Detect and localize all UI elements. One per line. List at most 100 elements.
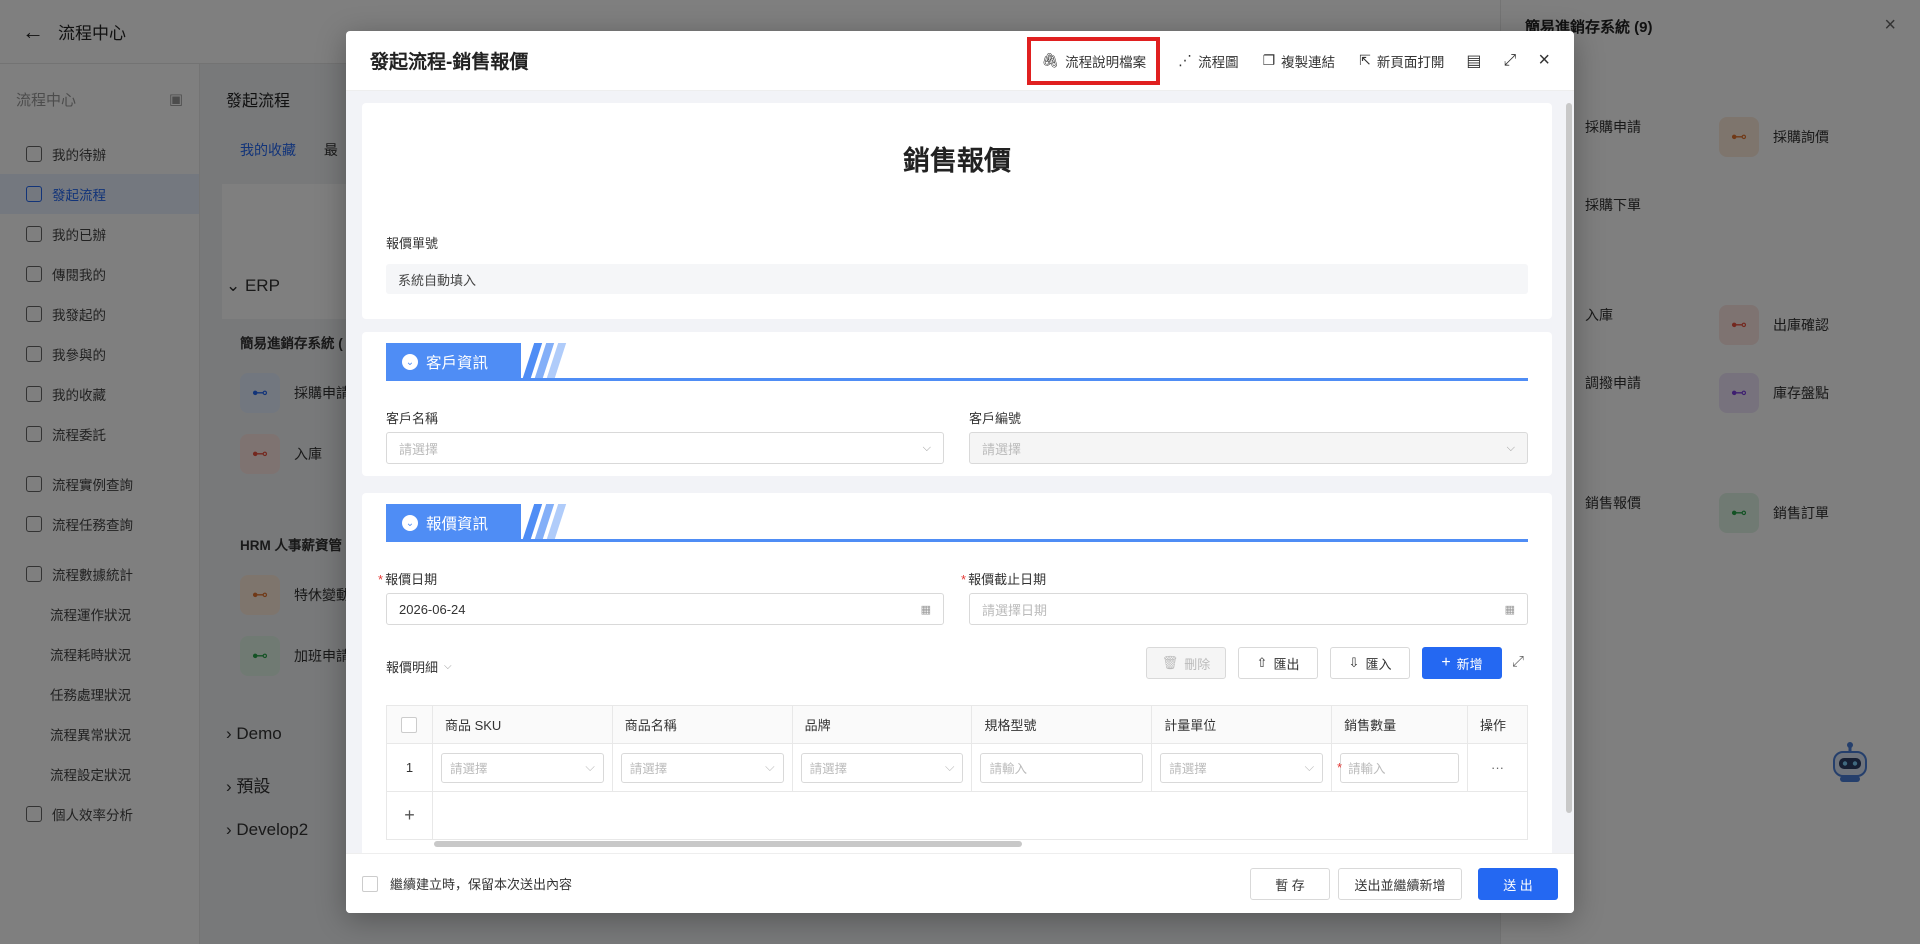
column-header: 計量單位 <box>1151 705 1333 744</box>
keep-content-label: 繼續建立時，保留本次送出內容 <box>390 877 573 892</box>
date-placeholder: 請選擇日期 <box>982 602 1048 618</box>
unit-select[interactable]: 請選擇 ⌵ <box>1160 752 1324 783</box>
unit-cell: 請選擇 ⌵ <box>1151 743 1333 792</box>
import-button[interactable]: ⇩ 匯入 <box>1330 647 1410 679</box>
chevron-down-icon: ⌵ <box>765 760 775 774</box>
quote-date-picker[interactable]: 2026-06-24 ▦ <box>386 593 944 625</box>
dialog-title: 發起流程-銷售報價 <box>370 52 529 73</box>
delete-label: 刪除 <box>1184 656 1211 672</box>
select-placeholder: 請選擇 <box>982 441 1022 457</box>
copy-icon: ❐ <box>1262 52 1276 68</box>
dialog-footer: 繼續建立時，保留本次送出內容 暫 存 送出並繼續新增 送 出 <box>346 853 1574 913</box>
spec-cell: 請輸入 <box>971 743 1153 792</box>
customer-name-select[interactable]: 請選擇 ⌵ <box>386 432 944 464</box>
share-nodes-icon: ⋰ <box>1178 52 1193 68</box>
open-new-page-button[interactable]: ⇱ 新頁面打開 <box>1359 51 1444 71</box>
dialog-header: 發起流程-銷售報價 🖇 流程說明檔案 ⋰ 流程圖 ❐ 複製連結 ⇱ 新頁面打開 ▤ ⤢ … <box>346 31 1574 91</box>
horizontal-scrollbar[interactable] <box>434 841 1022 847</box>
dialog-toolbar: 🖇 流程說明檔案 ⋰ 流程圖 ❐ 複製連結 ⇱ 新頁面打開 ▤ ⤢ × <box>1009 31 1550 91</box>
process-diagram-button[interactable]: ⋰ 流程圖 <box>1178 51 1239 71</box>
trash-icon: 🗑 <box>1161 655 1179 670</box>
name-cell: 請選擇 ⌵ <box>611 743 793 792</box>
process-doc-button[interactable]: 🖇 流程說明檔案 <box>1027 36 1161 85</box>
export-label: 匯出 <box>1273 656 1300 672</box>
spec-input[interactable]: 請輸入 <box>980 752 1144 783</box>
table-header-row: 商品 SKU 商品名稱 品牌 規格型號 計量單位 銷售數量 操作 <box>386 705 1529 744</box>
expand-icon[interactable]: ⤢ <box>1512 653 1524 670</box>
export-button[interactable]: ⇧ 匯出 <box>1238 647 1318 679</box>
more-actions-button[interactable]: ··· <box>1466 743 1529 792</box>
keep-content-checkbox[interactable] <box>362 875 378 892</box>
paperclip-icon: 🖇 <box>1041 52 1060 68</box>
add-button[interactable]: + 新增 <box>1422 647 1502 679</box>
product-name-select[interactable]: 請選擇 ⌵ <box>620 752 784 783</box>
chevron-down-icon: ⌵ <box>922 441 931 454</box>
side-panel-icon[interactable]: ▤ <box>1466 51 1481 71</box>
chevron-down-icon: ⌵ <box>1506 441 1515 454</box>
start-process-dialog: 發起流程-銷售報價 🖇 流程說明檔案 ⋰ 流程圖 ❐ 複製連結 ⇱ 新頁面打開 ▤ ⤢ … <box>346 31 1574 913</box>
quote-no-field: 系統自動填入 <box>386 264 1528 294</box>
chevron-down-icon: ⌄ <box>402 515 418 531</box>
deadline-date-picker[interactable]: 請選擇日期 ▦ <box>969 593 1528 625</box>
customer-code-label: 客戶編號 <box>969 411 1022 426</box>
submit-continue-button[interactable]: 送出並繼續新增 <box>1338 868 1462 900</box>
quote-detail-label: 報價明細 <box>386 660 439 675</box>
brand-cell: 請選擇 ⌵ <box>791 743 973 792</box>
column-header: 商品名稱 <box>611 705 793 744</box>
copy-link-label: 複製連結 <box>1281 54 1336 70</box>
select-all-checkbox[interactable] <box>401 716 418 733</box>
add-row-button[interactable]: + <box>386 791 433 840</box>
row-number: 1 <box>386 743 433 792</box>
plus-icon: + <box>1441 654 1451 671</box>
form-title: 銷售報價 <box>903 146 1011 176</box>
quote-section-tag: ⌄ 報價資訊 <box>386 504 521 542</box>
add-row: + <box>386 791 1529 840</box>
quote-date-value: 2026-06-24 <box>399 601 466 617</box>
open-new-page-label: 新頁面打開 <box>1376 54 1445 70</box>
calendar-icon: ▦ <box>920 603 931 616</box>
chevron-down-icon: ⌵ <box>1304 760 1315 774</box>
customer-card: ⌄ 客戶資訊 客戶名稱 請選擇 ⌵ 客戶編號 請選擇 ⌵ <box>362 332 1552 476</box>
import-icon: ⇩ <box>1348 655 1360 670</box>
select-all-cell <box>386 705 433 744</box>
quote-section-title: 報價資訊 <box>426 516 489 533</box>
chevron-down-icon: ⌵ <box>944 760 955 774</box>
brand-select[interactable]: 請選擇 ⌵ <box>800 752 964 783</box>
table-row: 1 請選擇 ⌵ 請選擇 ⌵ 請選擇 ⌵ 請輸入 請選擇 ⌵ * 請輸入 ··· <box>386 743 1529 792</box>
column-header: 操作 <box>1466 705 1529 744</box>
copy-link-button[interactable]: ❐ 複製連結 <box>1263 51 1336 71</box>
quote-date-label: * 報價日期 <box>378 572 438 587</box>
quote-card: ⌄ 報價資訊 * 報價日期 2026-06-24 ▦ * 報價截止日期 請選擇日期 ▦ 報… <box>362 493 1552 853</box>
import-label: 匯入 <box>1365 656 1392 672</box>
add-label: 新增 <box>1456 656 1483 672</box>
deadline-label: * 報價截止日期 <box>961 572 1047 587</box>
close-icon[interactable]: × <box>1538 49 1550 72</box>
vertical-scrollbar[interactable] <box>1566 103 1572 813</box>
column-header: 商品 SKU <box>431 705 613 744</box>
fullscreen-icon[interactable]: ⤢ <box>1504 52 1517 70</box>
save-draft-button[interactable]: 暫 存 <box>1250 868 1330 900</box>
process-doc-label: 流程說明檔案 <box>1065 54 1147 70</box>
qty-cell: * 請輸入 <box>1331 743 1468 792</box>
column-header: 品牌 <box>791 705 973 744</box>
sku-cell: 請選擇 ⌵ <box>431 743 613 792</box>
quantity-input[interactable]: * 請輸入 <box>1337 752 1459 783</box>
form-header-card: 銷售報價 報價單號 系統自動填入 <box>362 103 1552 319</box>
keep-content-option[interactable]: 繼續建立時，保留本次送出內容 <box>362 874 572 893</box>
quote-section-header[interactable]: ⌄ 報價資訊 <box>386 504 1528 542</box>
delete-button[interactable]: 🗑 刪除 <box>1146 647 1226 679</box>
quote-detail-table: 商品 SKU 商品名稱 品牌 規格型號 計量單位 銷售數量 操作 1 請選擇 ⌵ … <box>386 705 1529 840</box>
sku-select[interactable]: 請選擇 ⌵ <box>440 752 604 783</box>
customer-section-header[interactable]: ⌄ 客戶資訊 <box>386 343 1528 381</box>
customer-section-title: 客戶資訊 <box>426 355 489 372</box>
export-icon: ⇧ <box>1256 655 1268 670</box>
customer-name-label: 客戶名稱 <box>386 411 439 426</box>
customer-code-select: 請選擇 ⌵ <box>969 432 1528 464</box>
quote-detail-toggle[interactable]: 報價明細 ⌵ <box>386 657 452 676</box>
chevron-down-icon: ⌵ <box>444 661 452 672</box>
quote-no-label: 報價單號 <box>386 236 439 251</box>
submit-button[interactable]: 送 出 <box>1478 868 1558 900</box>
add-row-spacer <box>431 791 1529 840</box>
column-header: 銷售數量 <box>1331 705 1468 744</box>
select-placeholder: 請選擇 <box>399 441 439 457</box>
